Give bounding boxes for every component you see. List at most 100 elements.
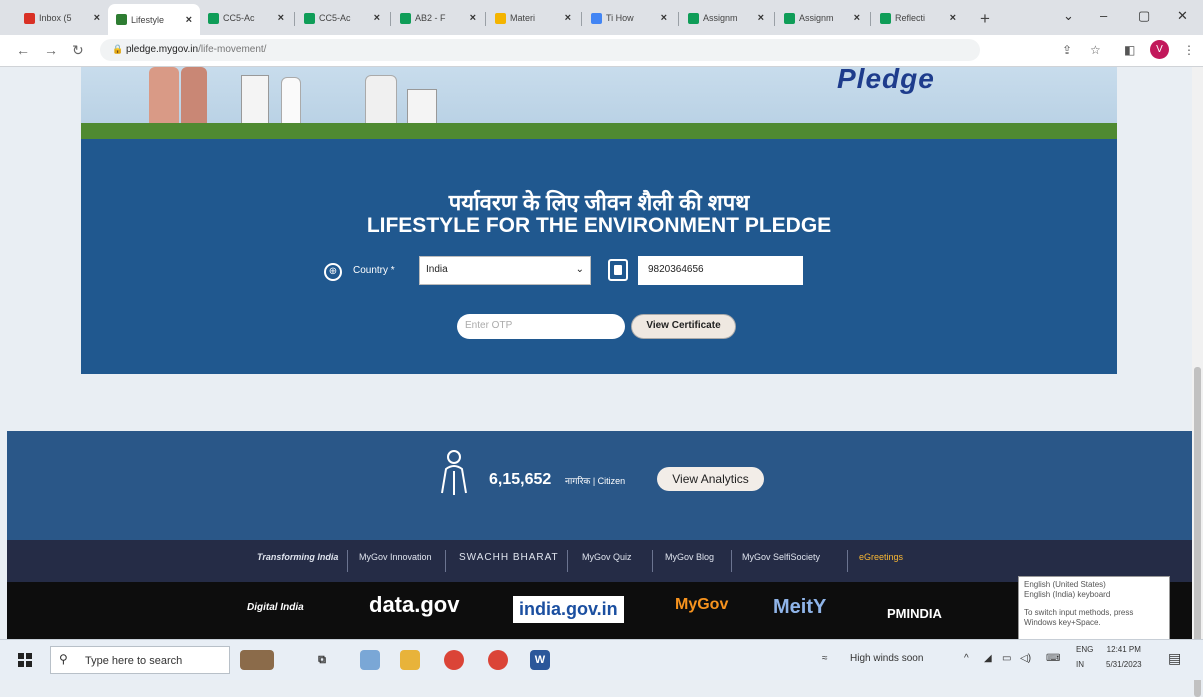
browser-tab[interactable]: Ti How × bbox=[583, 5, 675, 31]
divider bbox=[445, 550, 446, 572]
tab-title: Assignm bbox=[703, 13, 738, 23]
tray-chevron-icon[interactable]: ^ bbox=[964, 653, 969, 664]
taskbar-search-box[interactable]: ⚲ Type here to search bbox=[50, 646, 230, 674]
partner-logo-swachh-bharat[interactable]: SWACHH BHARAT bbox=[459, 552, 559, 563]
taskbar-app-icon[interactable] bbox=[360, 650, 380, 670]
pmindia-logo[interactable]: PMINDIA bbox=[887, 606, 942, 621]
close-window-button[interactable]: ✕ bbox=[1177, 8, 1188, 24]
close-tab-icon[interactable]: × bbox=[758, 12, 764, 24]
language-code: ENG bbox=[1076, 645, 1094, 654]
india-gov-in-logo[interactable]: india.gov.in bbox=[513, 596, 624, 623]
url-path: /life-movement/ bbox=[198, 44, 267, 55]
lock-icon: 🔒 bbox=[112, 44, 124, 54]
close-tab-icon[interactable]: × bbox=[661, 12, 667, 24]
browser-tab[interactable]: CC5-Ac × bbox=[200, 5, 292, 31]
close-tab-icon[interactable]: × bbox=[854, 12, 860, 24]
tooltip-line: To switch input methods, press Windows k… bbox=[1024, 608, 1134, 627]
chevron-down-icon: ⌄ bbox=[575, 264, 584, 275]
tab-separator bbox=[485, 12, 486, 26]
maximize-button[interactable]: ▢ bbox=[1138, 8, 1150, 24]
network-icon[interactable]: ◢ bbox=[984, 653, 992, 664]
country-select[interactable]: India ⌄ bbox=[419, 256, 591, 285]
profile-avatar[interactable]: V bbox=[1150, 40, 1169, 59]
omnibox[interactable]: 🔒 pledge.mygov.in/life-movement/ bbox=[100, 39, 980, 61]
view-certificate-button[interactable]: View Certificate bbox=[631, 314, 736, 339]
search-icon: ⚲ bbox=[59, 652, 68, 666]
classroom-icon bbox=[688, 12, 699, 24]
browser-tab[interactable]: Assignm × bbox=[776, 5, 868, 31]
reload-icon[interactable]: ↻ bbox=[72, 42, 84, 59]
tab-title: AB2 - F bbox=[415, 13, 446, 23]
meity-logo[interactable]: MeitY bbox=[773, 596, 826, 619]
word-icon[interactable]: W bbox=[530, 650, 550, 670]
bookmark-star-icon[interactable]: ☆ bbox=[1090, 43, 1101, 57]
tab-title: Materi bbox=[510, 13, 536, 23]
browser-tab[interactable]: AB2 - F × bbox=[392, 5, 484, 31]
lifestyle-icon bbox=[116, 14, 127, 25]
language-indicator[interactable]: ENG IN bbox=[1076, 645, 1093, 669]
side-panel-icon[interactable]: ◧ bbox=[1124, 43, 1135, 57]
keyboard-icon[interactable]: ⌨ bbox=[1046, 653, 1060, 664]
tab-separator bbox=[294, 12, 295, 26]
notification-icon[interactable]: ▤ bbox=[1168, 650, 1181, 667]
chrome-icon[interactable] bbox=[488, 650, 508, 670]
browser-tab[interactable]: Reflecti × bbox=[872, 5, 964, 31]
partner-logo-egreetings[interactable]: eGreetings bbox=[859, 552, 903, 562]
close-tab-icon[interactable]: × bbox=[94, 12, 100, 24]
back-icon[interactable]: ← bbox=[16, 42, 30, 58]
task-view-icon[interactable]: ⧉ bbox=[312, 650, 332, 670]
url-text: pledge.mygov.in/life-movement/ bbox=[126, 44, 266, 55]
partner-logo-mygov-blog[interactable]: MyGov Blog bbox=[665, 552, 714, 562]
otp-input[interactable]: Enter OTP bbox=[457, 314, 625, 339]
taskbar-search-placeholder: Type here to search bbox=[85, 655, 183, 667]
partner-logo-transforming-india[interactable]: Transforming India bbox=[257, 552, 338, 562]
tab-separator bbox=[581, 12, 582, 26]
windows-start-icon[interactable] bbox=[18, 653, 32, 667]
search-highlight-icon[interactable] bbox=[240, 650, 274, 670]
pledge-title-english: LIFESTYLE FOR THE ENVIRONMENT PLEDGE bbox=[366, 214, 832, 237]
browser-tab[interactable]: CC5-Ac × bbox=[296, 5, 388, 31]
share-icon[interactable]: ⇪ bbox=[1062, 43, 1072, 57]
browser-tab[interactable]: Inbox (5 × bbox=[16, 5, 108, 31]
partner-logo-mygov-innovation[interactable]: MyGov Innovation bbox=[359, 552, 432, 562]
close-tab-icon[interactable]: × bbox=[374, 12, 380, 24]
volume-icon[interactable]: ◁) bbox=[1020, 653, 1031, 664]
pledge-form-panel: पर्यावरण के लिए जीवन शैली की शपथ LIFESTY… bbox=[81, 139, 1117, 374]
digital-india-logo[interactable]: Digital India bbox=[247, 602, 304, 613]
view-analytics-button[interactable]: View Analytics bbox=[657, 467, 764, 491]
keyboard-layout-code: IN bbox=[1076, 660, 1084, 669]
page-scrollbar[interactable] bbox=[1192, 67, 1203, 697]
new-tab-button[interactable]: + bbox=[980, 9, 990, 29]
file-explorer-icon[interactable] bbox=[400, 650, 420, 670]
close-tab-icon[interactable]: × bbox=[278, 12, 284, 24]
browser-menu-icon[interactable]: ⋮ bbox=[1183, 43, 1195, 57]
mobile-number-field[interactable]: 9820364656 bbox=[638, 256, 803, 285]
partner-links-bar: Transforming India MyGov Innovation SWAC… bbox=[7, 540, 1192, 582]
close-tab-icon[interactable]: × bbox=[470, 12, 476, 24]
tab-search-icon[interactable]: ⌄ bbox=[1063, 8, 1074, 24]
gmail-icon bbox=[24, 12, 35, 24]
country-label: Country * bbox=[353, 265, 395, 276]
weather-icon[interactable]: ≈ bbox=[822, 653, 828, 664]
divider bbox=[847, 550, 848, 572]
close-tab-icon[interactable]: × bbox=[565, 12, 571, 24]
chrome-icon[interactable] bbox=[444, 650, 464, 670]
partner-logo-selfie-society[interactable]: MyGov SelfiSociety bbox=[742, 552, 820, 562]
browser-tab[interactable]: Materi × bbox=[487, 5, 579, 31]
weather-text[interactable]: High winds soon bbox=[850, 653, 923, 664]
page-content: Pledge पर्यावरण के लिए जीवन शैली की शपथ … bbox=[0, 67, 1192, 639]
browser-tab[interactable]: Lifestyle × bbox=[108, 4, 200, 35]
mygov-logo[interactable]: MyGov bbox=[675, 596, 728, 614]
forward-icon[interactable]: → bbox=[44, 42, 58, 58]
close-tab-icon[interactable]: × bbox=[950, 12, 956, 24]
banner-pledge-word: Pledge bbox=[837, 67, 935, 94]
drive-icon bbox=[591, 12, 602, 24]
data-gov-logo[interactable]: data.gov bbox=[369, 592, 459, 618]
browser-tab[interactable]: Assignm × bbox=[680, 5, 772, 31]
clock[interactable]: 12:41 PM 5/31/2023 bbox=[1106, 645, 1142, 669]
minimize-button[interactable]: – bbox=[1100, 8, 1107, 23]
partner-logo-mygov-quiz[interactable]: MyGov Quiz bbox=[582, 552, 632, 562]
clock-time: 12:41 PM bbox=[1106, 645, 1141, 654]
battery-icon[interactable]: ▭ bbox=[1002, 653, 1011, 664]
close-tab-icon[interactable]: × bbox=[186, 14, 192, 26]
